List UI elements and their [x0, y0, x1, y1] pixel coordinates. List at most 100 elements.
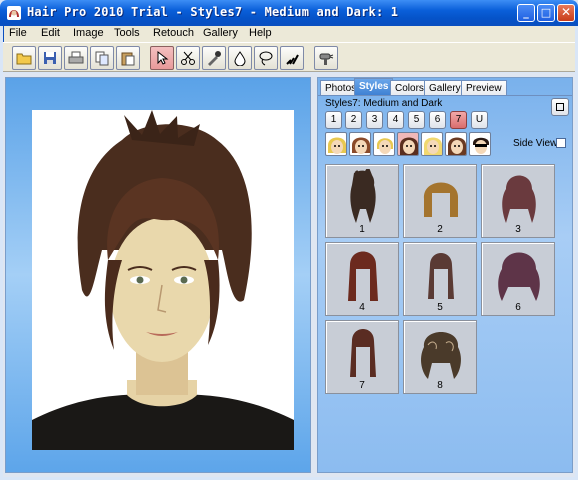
close-icon: ✕ — [560, 5, 572, 19]
hairstyle-6-label: 6 — [515, 302, 521, 313]
menu-bar: File Edit Image Tools Retouch Gallery He… — [3, 26, 575, 42]
eyedropper-icon — [208, 51, 221, 66]
workspace: Photos Styles Colors Gallery Preview Sty… — [3, 73, 575, 477]
save-disk-icon — [44, 52, 56, 64]
hairstyle-7-thumbnail — [350, 329, 376, 377]
close-button[interactable]: ✕ — [557, 4, 575, 22]
face-type-2-button[interactable] — [349, 132, 371, 156]
window-title: Hair Pro 2010 Trial - Styles7 - Medium a… — [27, 5, 399, 19]
hairstyle-7-label: 7 — [359, 380, 365, 391]
print-button[interactable] — [64, 46, 88, 70]
face-3-icon — [377, 138, 393, 154]
face-type-1-button[interactable] — [325, 132, 347, 156]
style-set-user-button[interactable]: U — [471, 111, 488, 129]
face-1-icon — [328, 137, 346, 154]
scissors-icon — [181, 51, 195, 65]
menu-image[interactable]: Image — [73, 27, 104, 39]
hairstyle-8-thumbnail — [421, 332, 461, 379]
menu-file[interactable]: File — [9, 27, 27, 39]
styles-panel: Photos Styles Colors Gallery Preview Sty… — [317, 77, 573, 473]
hairstyle-3[interactable]: 3 — [481, 164, 555, 238]
print-icon — [68, 51, 84, 64]
save-button[interactable] — [38, 46, 62, 70]
minimize-icon: _ — [523, 6, 529, 19]
hairstyle-2-thumbnail — [423, 182, 459, 217]
hairstyle-4[interactable]: 4 — [325, 242, 399, 316]
face-type-6-button[interactable] — [445, 132, 467, 156]
menu-tools[interactable]: Tools — [114, 27, 140, 39]
menu-help[interactable]: Help — [249, 27, 272, 39]
style-set-1-button[interactable]: 1 — [325, 111, 342, 129]
drop-tool-button[interactable] — [228, 46, 252, 70]
copy-icon — [95, 51, 109, 66]
hairstyle-8-label: 8 — [437, 380, 443, 391]
face-type-4-button[interactable] — [397, 132, 419, 156]
title-bar: Hair Pro 2010 Trial - Styles7 - Medium a… — [0, 0, 578, 26]
styles-set-label: Styles7: Medium and Dark — [325, 98, 443, 109]
hairstyle-5-thumbnail — [428, 253, 454, 299]
lasso-icon — [259, 51, 273, 66]
hairstyle-5[interactable]: 5 — [403, 242, 477, 316]
tab-preview[interactable]: Preview — [461, 80, 507, 96]
app-icon[interactable] — [6, 5, 22, 21]
hairstyle-6-thumbnail — [498, 252, 540, 301]
hairstyle-1-thumbnail — [350, 169, 376, 223]
hairstyle-4-label: 4 — [359, 302, 365, 313]
minimize-button[interactable]: _ — [517, 4, 535, 22]
face-4-icon — [400, 137, 418, 155]
cut-tool-button[interactable] — [176, 46, 200, 70]
paste-button[interactable] — [116, 46, 140, 70]
style-set-4-button[interactable]: 4 — [387, 111, 404, 129]
menu-gallery[interactable]: Gallery — [203, 27, 238, 39]
hairstyle-3-thumbnail — [502, 175, 536, 223]
hairstyle-7[interactable]: 7 — [325, 320, 399, 394]
style-set-5-button[interactable]: 5 — [408, 111, 425, 129]
photo-pane — [5, 77, 311, 473]
portrait-photo — [32, 110, 294, 450]
hairstyle-2[interactable]: 2 — [403, 164, 477, 238]
face-2-icon — [352, 137, 370, 154]
menu-edit[interactable]: Edit — [41, 27, 60, 39]
face-type-7-button[interactable] — [469, 132, 491, 156]
maximize-button[interactable]: □ — [537, 4, 555, 22]
tab-styles[interactable]: Styles — [354, 78, 394, 96]
open-folder-icon — [16, 53, 32, 65]
style-set-2-button[interactable]: 2 — [345, 111, 362, 129]
hairstyle-8[interactable]: 8 — [403, 320, 477, 394]
select-tool-button[interactable] — [150, 46, 174, 70]
hairstyle-2-label: 2 — [437, 224, 443, 235]
open-button[interactable] — [12, 46, 36, 70]
tab-gallery[interactable]: Gallery — [424, 80, 466, 96]
drop-icon — [234, 51, 246, 66]
face-6-icon — [448, 137, 466, 155]
hairstyle-5-label: 5 — [437, 302, 443, 313]
face-type-5-button[interactable] — [421, 132, 443, 156]
hair-dryer-icon — [319, 53, 334, 65]
hairstyle-4-thumbnail — [348, 251, 378, 301]
hair-dryer-button[interactable] — [314, 46, 338, 70]
lasso-tool-button[interactable] — [254, 46, 278, 70]
style-set-3-button[interactable]: 3 — [366, 111, 383, 129]
copy-button[interactable] — [90, 46, 114, 70]
toolbar — [3, 42, 575, 72]
tab-divider — [318, 95, 572, 96]
preview-window-button[interactable] — [551, 98, 569, 116]
style-set-6-button[interactable]: 6 — [429, 111, 446, 129]
brush-tool-button[interactable] — [280, 46, 304, 70]
side-view-checkbox[interactable] — [556, 138, 566, 148]
menu-retouch[interactable]: Retouch — [153, 27, 194, 39]
window-icon — [556, 103, 564, 111]
style-set-7-button[interactable]: 7 — [450, 111, 467, 129]
hairstyle-1[interactable]: 1 — [325, 164, 399, 238]
maximize-icon: □ — [540, 6, 552, 19]
eyedropper-tool-button[interactable] — [202, 46, 226, 70]
hairstyle-6[interactable]: 6 — [481, 242, 555, 316]
hairstyle-1-label: 1 — [359, 224, 365, 235]
face-5-icon — [424, 137, 442, 155]
face-type-3-button[interactable] — [373, 132, 395, 156]
hairstyle-3-label: 3 — [515, 224, 521, 235]
side-view-label: Side View — [513, 138, 558, 149]
face-7-icon — [473, 137, 489, 154]
select-arrow-icon — [157, 50, 169, 65]
portrait-canvas[interactable] — [32, 110, 294, 450]
